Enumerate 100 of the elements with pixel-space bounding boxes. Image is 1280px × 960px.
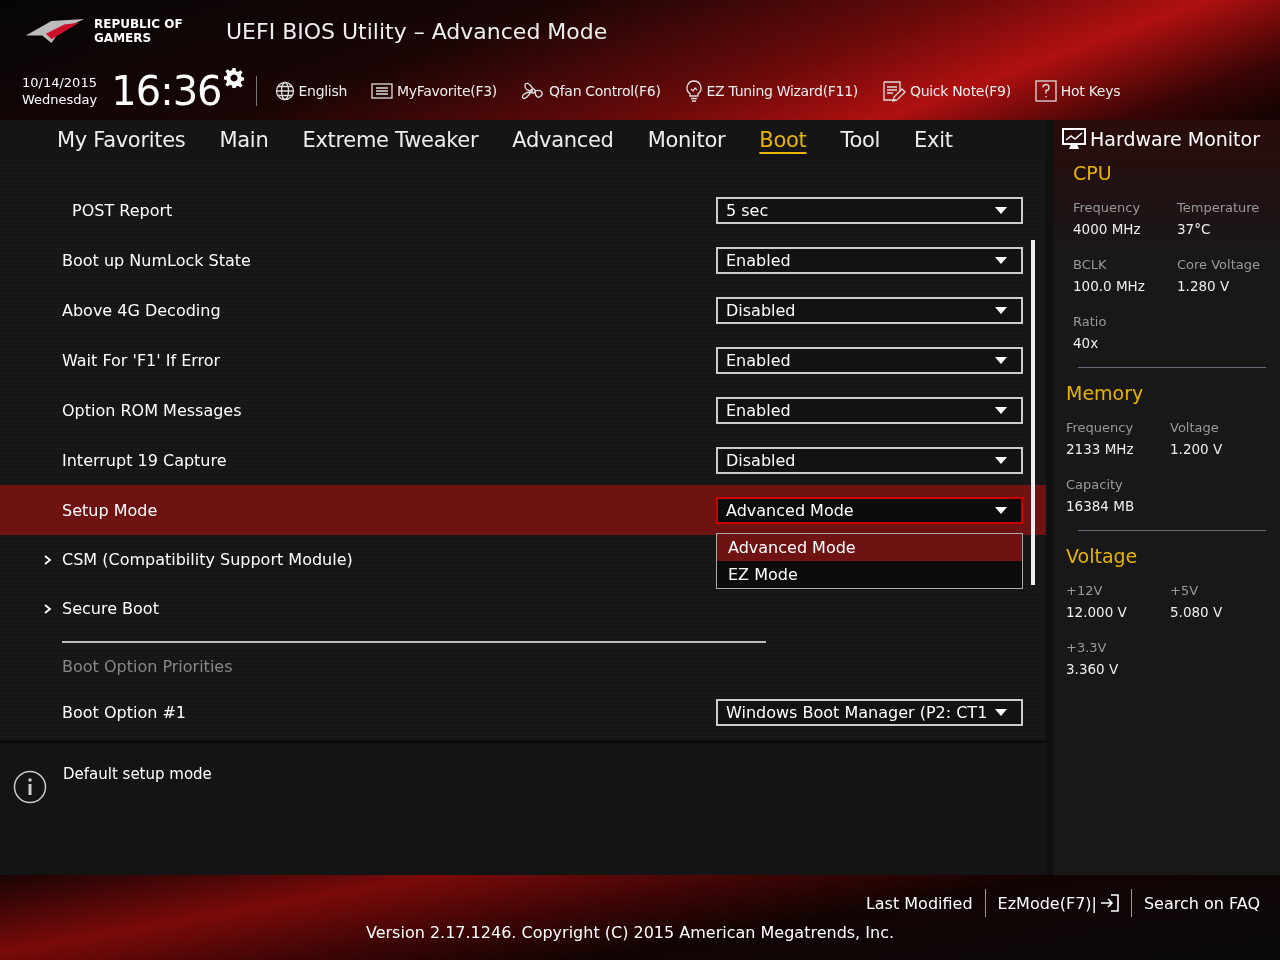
setting-row[interactable]: Boot up NumLock State Enabled bbox=[0, 235, 1046, 285]
menu-tab[interactable]: My Favorites bbox=[40, 122, 203, 158]
metric-value: 5.080 V bbox=[1170, 604, 1224, 620]
scrollbar[interactable] bbox=[1031, 240, 1035, 585]
metric-label: Core Voltage bbox=[1177, 257, 1261, 272]
caret-icon bbox=[995, 206, 1007, 214]
toolbar-button[interactable]: Qfan Control(F6) bbox=[515, 80, 667, 102]
menu-tab[interactable]: Extreme Tweaker bbox=[285, 122, 496, 158]
setting-row[interactable]: Wait For 'F1' If Error Enabled bbox=[0, 335, 1046, 385]
caret-icon bbox=[995, 356, 1007, 364]
metric-label: Capacity bbox=[1066, 477, 1124, 492]
chevron-icon bbox=[44, 603, 52, 614]
toolbar-button[interactable]: Quick Note(F9) bbox=[875, 80, 1017, 102]
menu-tab[interactable]: Exit bbox=[897, 122, 970, 158]
logo-text: GAMERS bbox=[94, 31, 153, 45]
panel-title: Hardware Monitor bbox=[1090, 128, 1260, 150]
metric-label: Ratio bbox=[1073, 314, 1108, 329]
footer-button[interactable]: Last Modified bbox=[853, 893, 985, 913]
section-heading: Boot Option Priorities bbox=[61, 655, 234, 678]
setting-row[interactable]: Option ROM Messages Enabled bbox=[0, 385, 1046, 435]
caret-icon bbox=[995, 406, 1007, 414]
caret-icon bbox=[995, 456, 1007, 464]
metric-label: Voltage bbox=[1170, 420, 1220, 435]
toolbar-button[interactable]: Hot Keys bbox=[1028, 80, 1127, 102]
metric-value: 37°C bbox=[1177, 221, 1212, 237]
dropdown-option[interactable]: Advanced Mode bbox=[717, 533, 1022, 561]
metric-label: +5V bbox=[1170, 583, 1200, 598]
dropdown[interactable]: Windows Boot Manager (P2: CT1 bbox=[716, 698, 1023, 726]
info-icon bbox=[13, 770, 47, 804]
metric-label: +12V bbox=[1066, 583, 1104, 598]
dropdown[interactable]: Advanced Mode bbox=[716, 496, 1023, 524]
toolbar-button[interactable]: EZ Tuning Wizard(F11) bbox=[678, 80, 864, 102]
list-icon bbox=[371, 82, 393, 100]
metric-value: 1.200 V bbox=[1170, 441, 1224, 457]
setting-label: Interrupt 19 Capture bbox=[62, 450, 228, 470]
date-text: 10/14/2015 bbox=[22, 74, 98, 91]
setting-label: Setup Mode bbox=[62, 500, 159, 520]
metric-value: 1.280 V bbox=[1177, 278, 1231, 294]
metric-value: 2133 MHz bbox=[1066, 441, 1135, 457]
setting-label: Option ROM Messages bbox=[62, 400, 243, 420]
dropdown[interactable]: Enabled bbox=[716, 246, 1023, 274]
metric-value: 12.000 V bbox=[1066, 604, 1128, 620]
version-text: Version 2.17.1246. Copyright (C) 2015 American Megatrends, Inc. bbox=[365, 923, 895, 942]
setting-label: Above 4G Decoding bbox=[62, 300, 222, 320]
caret-icon bbox=[995, 256, 1007, 264]
footer-button[interactable]: EzMode(F7)| bbox=[985, 893, 1131, 913]
footer-button[interactable]: Search on FAQ bbox=[1131, 893, 1272, 913]
section-title: Voltage bbox=[1066, 545, 1139, 567]
setting-label: POST Report bbox=[71, 200, 174, 220]
dropdown-option[interactable]: EZ Mode bbox=[717, 560, 1022, 588]
dropdown[interactable]: Enabled bbox=[716, 346, 1023, 374]
metric-label: +3.3V bbox=[1066, 640, 1108, 655]
menu-tab[interactable]: Boot bbox=[742, 122, 824, 158]
window-title: UEFI BIOS Utility – Advanced Mode bbox=[226, 18, 608, 44]
dropdown[interactable]: 5 sec bbox=[716, 196, 1023, 224]
setting-label: Boot up NumLock State bbox=[62, 250, 252, 270]
setting-row[interactable]: Above 4G Decoding Disabled bbox=[0, 285, 1046, 335]
section-title: Memory bbox=[1066, 382, 1145, 404]
help-text: Default setup mode bbox=[63, 765, 212, 783]
setting-row[interactable]: Interrupt 19 Capture Disabled bbox=[0, 435, 1046, 485]
settings-icon[interactable] bbox=[223, 68, 244, 88]
metric-value: 100.0 MHz bbox=[1073, 278, 1146, 294]
metric-label: BCLK bbox=[1073, 257, 1108, 272]
metric-value: 16384 MB bbox=[1066, 498, 1136, 514]
setting-row[interactable]: Boot Option #1 Windows Boot Manager (P2: CT1 bbox=[0, 687, 1046, 737]
dropdown[interactable]: Disabled bbox=[716, 446, 1023, 474]
dropdown[interactable]: Enabled bbox=[716, 396, 1023, 424]
menu-tab[interactable]: Monitor bbox=[630, 122, 743, 158]
menu-tab[interactable]: Advanced bbox=[495, 122, 631, 158]
globe-icon bbox=[274, 81, 295, 101]
metric-label: Frequency bbox=[1066, 420, 1135, 435]
metric-value: 3.360 V bbox=[1066, 661, 1120, 677]
day-text: Wednesday bbox=[22, 91, 98, 108]
submenu-item[interactable]: Secure Boot bbox=[44, 599, 159, 618]
metric-value: 4000 MHz bbox=[1073, 221, 1142, 237]
caret-icon bbox=[995, 708, 1007, 716]
section-title: CPU bbox=[1073, 162, 1113, 184]
notepad-icon bbox=[881, 80, 906, 102]
dropdown[interactable]: Disabled bbox=[716, 296, 1023, 324]
logo-text: REPUBLIC OF bbox=[94, 17, 184, 31]
menu-tab[interactable]: Main bbox=[202, 122, 286, 158]
toolbar-button[interactable]: English bbox=[268, 81, 353, 101]
exit-arrow-icon bbox=[1098, 894, 1119, 912]
metric-label: Temperature bbox=[1177, 200, 1261, 215]
caret-icon bbox=[995, 306, 1007, 314]
setting-label: Boot Option #1 bbox=[62, 702, 187, 722]
clock-time: 16:36 bbox=[111, 68, 222, 114]
chevron-icon bbox=[44, 554, 52, 565]
metric-label: Frequency bbox=[1073, 200, 1142, 215]
lightbulb-icon bbox=[684, 80, 703, 102]
setting-label: Wait For 'F1' If Error bbox=[62, 350, 222, 370]
fan-icon bbox=[521, 80, 545, 102]
toolbar-button[interactable]: MyFavorite(F3) bbox=[365, 82, 503, 100]
question-icon bbox=[1034, 80, 1057, 102]
menu-tab[interactable]: Tool bbox=[823, 122, 898, 158]
setting-row[interactable]: POST Report 5 sec bbox=[0, 185, 1046, 235]
monitor-icon bbox=[1062, 128, 1086, 150]
caret-icon bbox=[995, 506, 1007, 514]
submenu-item[interactable]: CSM (Compatibility Support Module) bbox=[44, 550, 353, 569]
metric-value: 40x bbox=[1073, 335, 1100, 351]
